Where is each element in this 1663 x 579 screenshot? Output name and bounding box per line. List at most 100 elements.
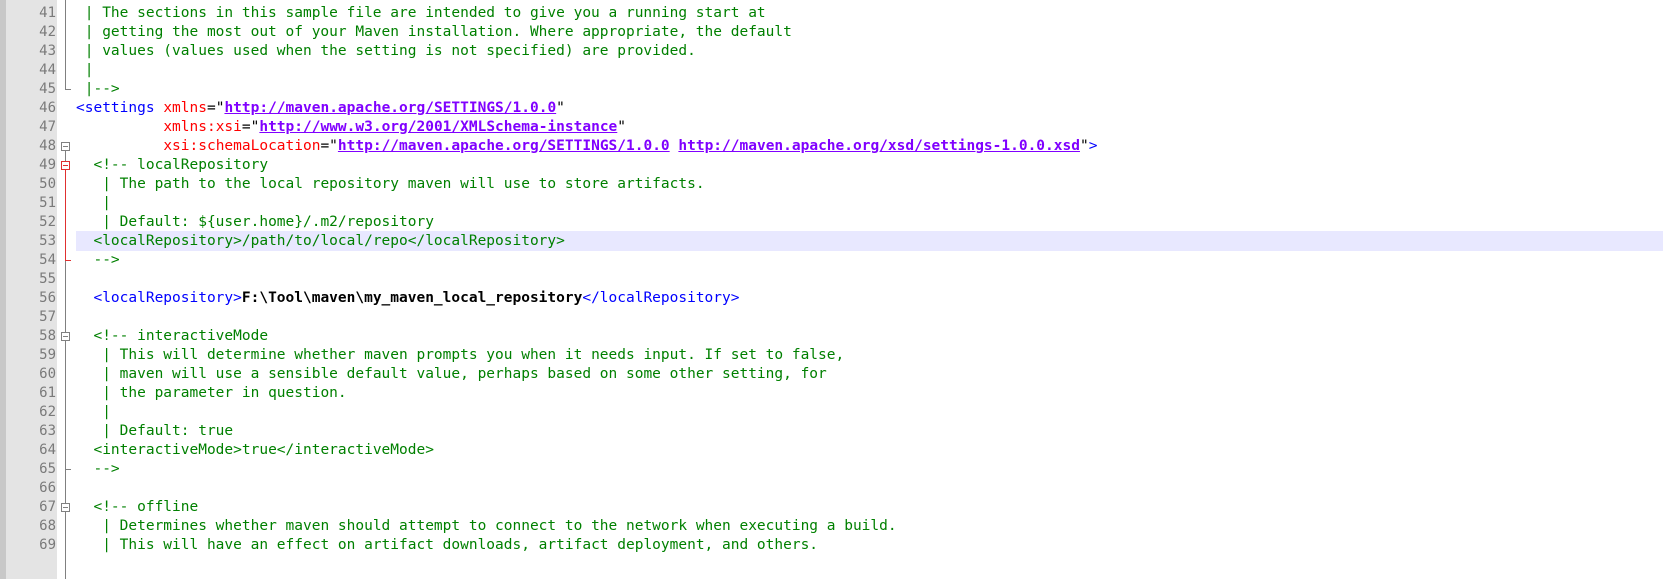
- line-number: 51: [39, 195, 56, 211]
- code-line[interactable]: | getting the most out of your Maven ins…: [76, 22, 1663, 42]
- line-number: 68: [39, 518, 56, 534]
- line-number: 59: [39, 347, 56, 363]
- code-token-comment: <!-- interactiveMode: [93, 328, 269, 344]
- code-line[interactable]: xmlns:xsi="http://www.w3.org/2001/XMLSch…: [76, 117, 1663, 137]
- fold-margin[interactable]: [57, 0, 76, 579]
- line-number: 43: [39, 43, 56, 59]
- line-number: 48: [39, 138, 56, 154]
- fold-toggle-icon[interactable]: [61, 503, 70, 512]
- code-token-comment: |-->: [76, 81, 120, 97]
- line-number: 42: [39, 24, 56, 40]
- line-number: 69: [39, 537, 56, 553]
- code-line[interactable]: | Determines whether maven should attemp…: [76, 516, 1663, 536]
- fold-guide-line: [65, 341, 66, 469]
- code-line[interactable]: | The path to the local repository maven…: [76, 174, 1663, 194]
- line-number: 57: [39, 309, 56, 325]
- code-token-tag: </localRepository>: [582, 290, 740, 306]
- code-token-comment: <!-- localRepository: [93, 157, 269, 173]
- code-line[interactable]: <!-- localRepository: [76, 155, 1663, 175]
- fold-toggle-icon[interactable]: [61, 142, 70, 151]
- code-token-punct: =": [241, 119, 260, 135]
- fold-end-marker: [65, 260, 71, 261]
- fold-toggle-icon[interactable]: [61, 161, 70, 170]
- code-line[interactable]: [76, 478, 1663, 498]
- code-line[interactable]: <localRepository>/path/to/local/repo</lo…: [76, 231, 1663, 251]
- code-line[interactable]: | values (values used when the setting i…: [76, 41, 1663, 61]
- code-line[interactable]: | Default: ${user.home}/.m2/repository: [76, 212, 1663, 232]
- line-number: 58: [39, 328, 56, 344]
- line-number: 61: [39, 385, 56, 401]
- code-token-comment: | Default: ${user.home}/.m2/repository: [93, 214, 434, 230]
- line-number: 66: [39, 480, 56, 496]
- line-number: 62: [39, 404, 56, 420]
- code-link[interactable]: http://maven.apache.org/xsd/settings-1.0…: [678, 138, 1080, 154]
- line-number: 54: [39, 252, 56, 268]
- code-link[interactable]: http://www.w3.org/2001/XMLSchema-instanc…: [259, 119, 617, 135]
- line-number: 50: [39, 176, 56, 192]
- line-number: 53: [39, 233, 56, 249]
- fold-end-marker: [65, 89, 71, 90]
- code-line[interactable]: | This will determine whether maven prom…: [76, 345, 1663, 365]
- code-line[interactable]: | maven will use a sensible default valu…: [76, 364, 1663, 384]
- code-token-tag: <settings: [76, 100, 164, 116]
- code-token-comment: |: [76, 62, 94, 78]
- code-line[interactable]: [76, 307, 1663, 327]
- code-line[interactable]: <!-- offline: [76, 497, 1663, 517]
- code-line[interactable]: |: [76, 402, 1663, 422]
- code-token-comment: -->: [93, 461, 120, 477]
- code-line[interactable]: -->: [76, 250, 1663, 270]
- line-number: 55: [39, 271, 56, 287]
- code-token-tag: <localRepository>: [93, 290, 242, 306]
- code-token-attr: xsi:schemaLocation: [163, 138, 321, 154]
- code-line[interactable]: | This will have an effect on artifact d…: [76, 535, 1663, 555]
- code-link[interactable]: http://maven.apache.org/SETTINGS/1.0.0: [224, 100, 556, 116]
- line-number: 60: [39, 366, 56, 382]
- fold-guide-line: [65, 170, 66, 260]
- code-token-punct: =": [206, 100, 225, 116]
- fold-toggle-icon[interactable]: [61, 332, 70, 341]
- code-line[interactable]: |: [76, 60, 1663, 80]
- code-line[interactable]: -->: [76, 459, 1663, 479]
- code-text-area[interactable]: | The sections in this sample file are i…: [76, 0, 1663, 579]
- code-line[interactable]: | The sections in this sample file are i…: [76, 3, 1663, 23]
- code-line[interactable]: <interactiveMode>true</interactiveMode>: [76, 440, 1663, 460]
- code-line[interactable]: <localRepository>F:\Tool\maven\my_maven_…: [76, 288, 1663, 308]
- code-line[interactable]: | the parameter in question.: [76, 383, 1663, 403]
- code-link[interactable]: http://maven.apache.org/SETTINGS/1.0.0: [338, 138, 670, 154]
- code-token-comment: | Determines whether maven should attemp…: [93, 518, 897, 534]
- code-line[interactable]: xsi:schemaLocation="http://maven.apache.…: [76, 136, 1663, 156]
- code-line[interactable]: [76, 269, 1663, 289]
- line-number: 46: [39, 100, 56, 116]
- code-token-comment: | The sections in this sample file are i…: [76, 5, 766, 21]
- code-editor[interactable]: 41 42 43 44 45 46 47 48 49 50 51 52 53 54 55 56 57 58 59 60…: [0, 0, 1663, 579]
- fold-end-marker: [65, 469, 71, 470]
- code-line[interactable]: <settings xmlns="http://maven.apache.org…: [76, 98, 1663, 118]
- code-line[interactable]: |: [76, 193, 1663, 213]
- code-token-comment: | getting the most out of your Maven ins…: [76, 24, 792, 40]
- code-token-comment: <localRepository>/path/to/local/repo</lo…: [93, 233, 565, 249]
- code-line[interactable]: |-->: [76, 79, 1663, 99]
- code-token-comment: | the parameter in question.: [93, 385, 347, 401]
- line-number-gutter[interactable]: 41 42 43 44 45 46 47 48 49 50 51 52 53 54 55 56 57 58 59 60…: [6, 0, 57, 579]
- line-number: 56: [39, 290, 56, 306]
- code-line[interactable]: <!-- interactiveMode: [76, 326, 1663, 346]
- code-line[interactable]: | Default: true: [76, 421, 1663, 441]
- line-number: 63: [39, 423, 56, 439]
- code-token-punct: ": [617, 119, 627, 135]
- code-token-comment: -->: [93, 252, 120, 268]
- code-token-comment: <!-- offline: [93, 499, 199, 515]
